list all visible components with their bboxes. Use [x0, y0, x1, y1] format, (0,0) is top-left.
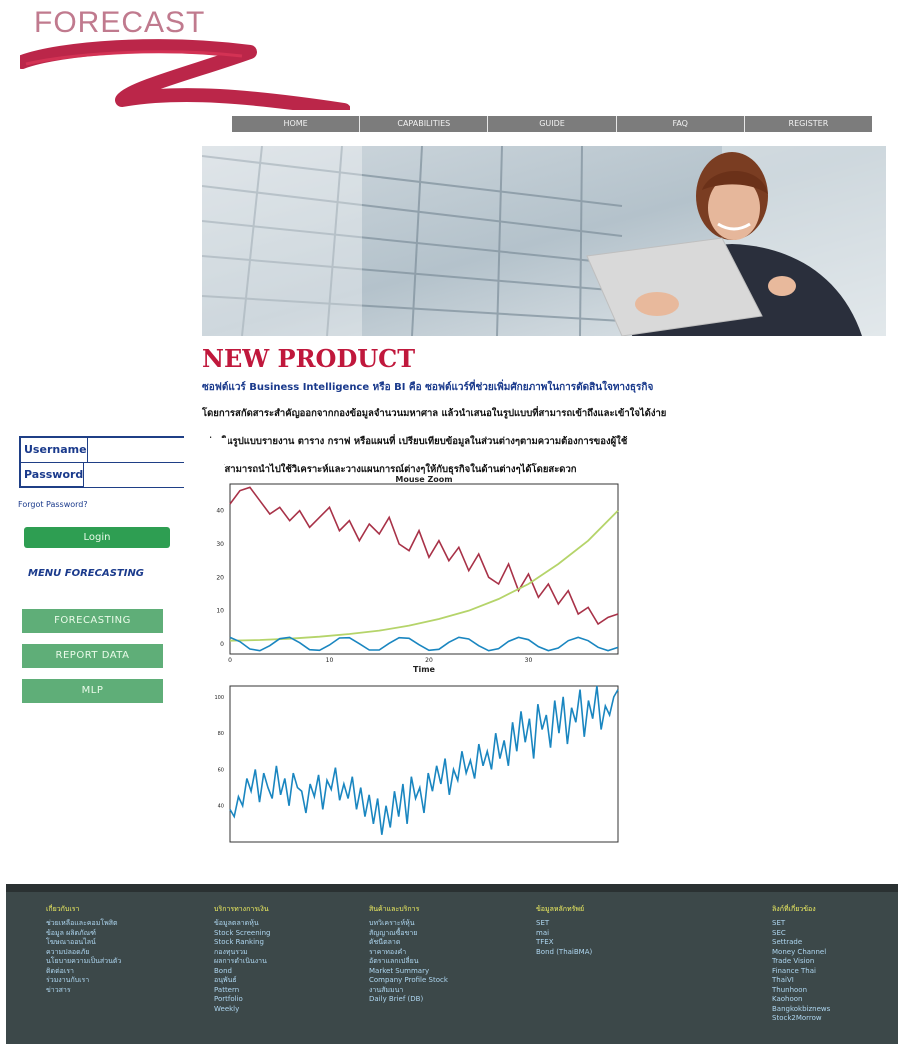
footer-link[interactable]: ข่าวสาร — [46, 986, 121, 996]
password-label: Password — [21, 463, 85, 487]
brand-swoosh-logo — [20, 39, 350, 110]
footer-link[interactable]: Market Summary — [369, 967, 448, 977]
footer-link[interactable]: SEC — [772, 929, 830, 939]
footer-link[interactable]: Money Channel — [772, 948, 830, 958]
footer-link[interactable]: ความปลอดภัย — [46, 948, 121, 958]
nav-home[interactable]: HOME — [232, 116, 361, 132]
footer-link[interactable]: Stock Ranking — [214, 938, 271, 948]
chart1-ytick-label: 40 — [216, 508, 224, 515]
footer-link[interactable]: TFEX — [536, 938, 592, 948]
footer-link[interactable]: Pattern — [214, 986, 271, 996]
footer-link[interactable]: Bond — [214, 967, 271, 977]
footer-column: เกี่ยวกับเราช่วยเหลือและคอมโพสิต ข้อมูล ผ… — [46, 904, 121, 995]
username-label: Username — [21, 438, 88, 462]
chart1-ytick-label: 0 — [220, 641, 224, 648]
footer-link[interactable]: ติดต่อเรา — [46, 967, 121, 977]
footer-link[interactable]: SET — [536, 919, 592, 929]
menu-mlp-button[interactable]: MLP — [22, 679, 163, 703]
footer-link[interactable]: กองทุนรวม — [214, 948, 271, 958]
footer-top-bar — [6, 884, 898, 892]
chart1-xtick-label: 0 — [228, 657, 232, 664]
login-button[interactable]: Login — [24, 527, 170, 548]
footer-link[interactable]: นโยบายความเป็นส่วนตัว — [46, 957, 121, 967]
footer-link[interactable]: mai — [536, 929, 592, 939]
chart2-ytick-label: 80 — [218, 731, 224, 737]
intro-line-2: เช่น ในรูปแบบรายงาน ตาราง กราฟ หรือแผนที… — [202, 436, 628, 447]
chart2-frame — [229, 685, 619, 843]
footer-link[interactable]: บทวิเคราะห์หุ้น — [369, 919, 448, 929]
footer-column-heading: เกี่ยวกับเรา — [46, 905, 80, 913]
footer-link[interactable]: งานสัมมนา — [369, 986, 448, 996]
footer-link[interactable]: อัตราแลกเปลี่ยน — [369, 957, 448, 967]
footer-link[interactable]: ดัชนีตลาด — [369, 938, 448, 948]
intro-subtitle: ซอฟต์แวร์ Business Intelligence หรือ BI … — [202, 382, 654, 393]
footer-link[interactable]: Settrade — [772, 938, 830, 948]
main-nav: HOME CAPABILITIES GUIDE FAQ REGISTER — [232, 116, 873, 132]
footer-link[interactable]: Daily Brief (DB) — [369, 995, 448, 1005]
footer-link[interactable]: Thunhoon — [772, 986, 830, 996]
chart2-ytick-label: 100 — [214, 695, 224, 701]
chart1-ytick-label: 10 — [216, 608, 224, 615]
site-footer: เกี่ยวกับเราช่วยเหลือและคอมโพสิต ข้อมูล ผ… — [6, 884, 898, 1044]
nav-register[interactable]: REGISTER — [744, 116, 873, 132]
nav-capabilities[interactable]: CAPABILITIES — [360, 116, 489, 132]
footer-column-heading: ข้อมูลหลักทรัพย์ — [536, 905, 585, 913]
chart1-xtick-label: 20 — [425, 657, 433, 664]
footer-link[interactable]: Trade Vision — [772, 957, 830, 967]
nav-guide[interactable]: GUIDE — [488, 116, 617, 132]
footer-link[interactable]: Weekly — [214, 1005, 271, 1015]
chart1-xtick-label: 10 — [326, 657, 334, 664]
footer-link[interactable]: Bond (ThaiBMA) — [536, 948, 592, 958]
footer-link[interactable]: สัญญาณซื้อขาย — [369, 929, 448, 939]
chart1-title: Mouse Zoom — [395, 475, 452, 484]
footer-column: บริการทางการเงินข้อมูลตลาดหุ้น Stock Scre… — [214, 904, 271, 1014]
menu-forecasting-button[interactable]: FORECASTING — [22, 609, 163, 633]
footer-link[interactable]: Company Profile Stock — [369, 976, 448, 986]
footer-link[interactable]: ร่วมงานกับเรา — [46, 976, 121, 986]
footer-link[interactable]: Finance Thai — [772, 967, 830, 977]
nav-faq[interactable]: FAQ — [616, 116, 745, 132]
footer-link[interactable]: โฆษณาออนไลน์ — [46, 938, 121, 948]
footer-link[interactable]: Bangkokbiznews — [772, 1005, 830, 1015]
page-title: NEW PRODUCT — [202, 344, 416, 373]
footer-column-heading: บริการทางการเงิน — [214, 905, 269, 913]
footer-link[interactable]: อนุพันธ์ — [214, 976, 271, 986]
footer-column: สินค้าและบริการบทวิเคราะห์หุ้น สัญญาณซื้อ… — [369, 904, 448, 1005]
chart2-ytick-label: 60 — [218, 767, 224, 773]
footer-link[interactable]: Stock2Morrow — [772, 1014, 830, 1024]
chart2-ytick-label: 40 — [218, 804, 224, 810]
footer-link[interactable]: ข้อมูล ผลิตภัณฑ์ — [46, 929, 121, 939]
chart1-ytick-label: 20 — [216, 574, 224, 581]
footer-column-heading: ลิงก์ที่เกี่ยวข้อง — [772, 905, 816, 913]
footer-link[interactable]: SET — [772, 919, 830, 929]
charts-svg: Mouse Zoom 0 10 20 30 40 0 10 20 30 Time 40 60 80 100 — [214, 475, 619, 843]
hero-banner-image — [202, 146, 886, 336]
footer-link[interactable]: ผลการดำเนินงาน — [214, 957, 271, 967]
charts-panel: Mouse Zoom 0 10 20 30 40 0 10 20 30 Time 40 60 80 100 — [202, 474, 622, 846]
footer-link[interactable]: ข้อมูลตลาดหุ้น — [214, 919, 271, 929]
chart1-xlabel: Time — [413, 665, 436, 674]
footer-link[interactable]: Kaohoon — [772, 995, 830, 1005]
intro-line-1: โดยการสกัดสาระสำคัญออกจากกองข้อมูลจำนวนม… — [202, 408, 667, 419]
chart1-frame — [229, 483, 619, 655]
footer-link[interactable]: ราคาทองคำ — [369, 948, 448, 958]
menu-report-data-button[interactable]: REPORT DATA — [22, 644, 163, 668]
username-input[interactable] — [87, 438, 228, 462]
footer-link[interactable]: Portfolio — [214, 995, 271, 1005]
footer-column-heading: สินค้าและบริการ — [369, 905, 420, 913]
footer-link[interactable]: Stock Screening — [214, 929, 271, 939]
footer-link[interactable]: ThaiVI — [772, 976, 830, 986]
forgot-password-link[interactable]: Forgot Password? — [18, 500, 88, 509]
login-form: Username Password — [19, 436, 228, 488]
chart1-ytick-label: 30 — [216, 541, 224, 548]
footer-column: ลิงก์ที่เกี่ยวข้อง SET SEC Settrade Money Ch… — [772, 904, 830, 1024]
footer-link[interactable]: ช่วยเหลือและคอมโพสิต — [46, 919, 121, 929]
menu-title: MENU FORECASTING — [28, 568, 145, 579]
chart1-xtick-label: 30 — [525, 657, 533, 664]
footer-column: ข้อมูลหลักทรัพย์ SET mai TFEX Bond (ThaiBMA) — [536, 904, 592, 957]
